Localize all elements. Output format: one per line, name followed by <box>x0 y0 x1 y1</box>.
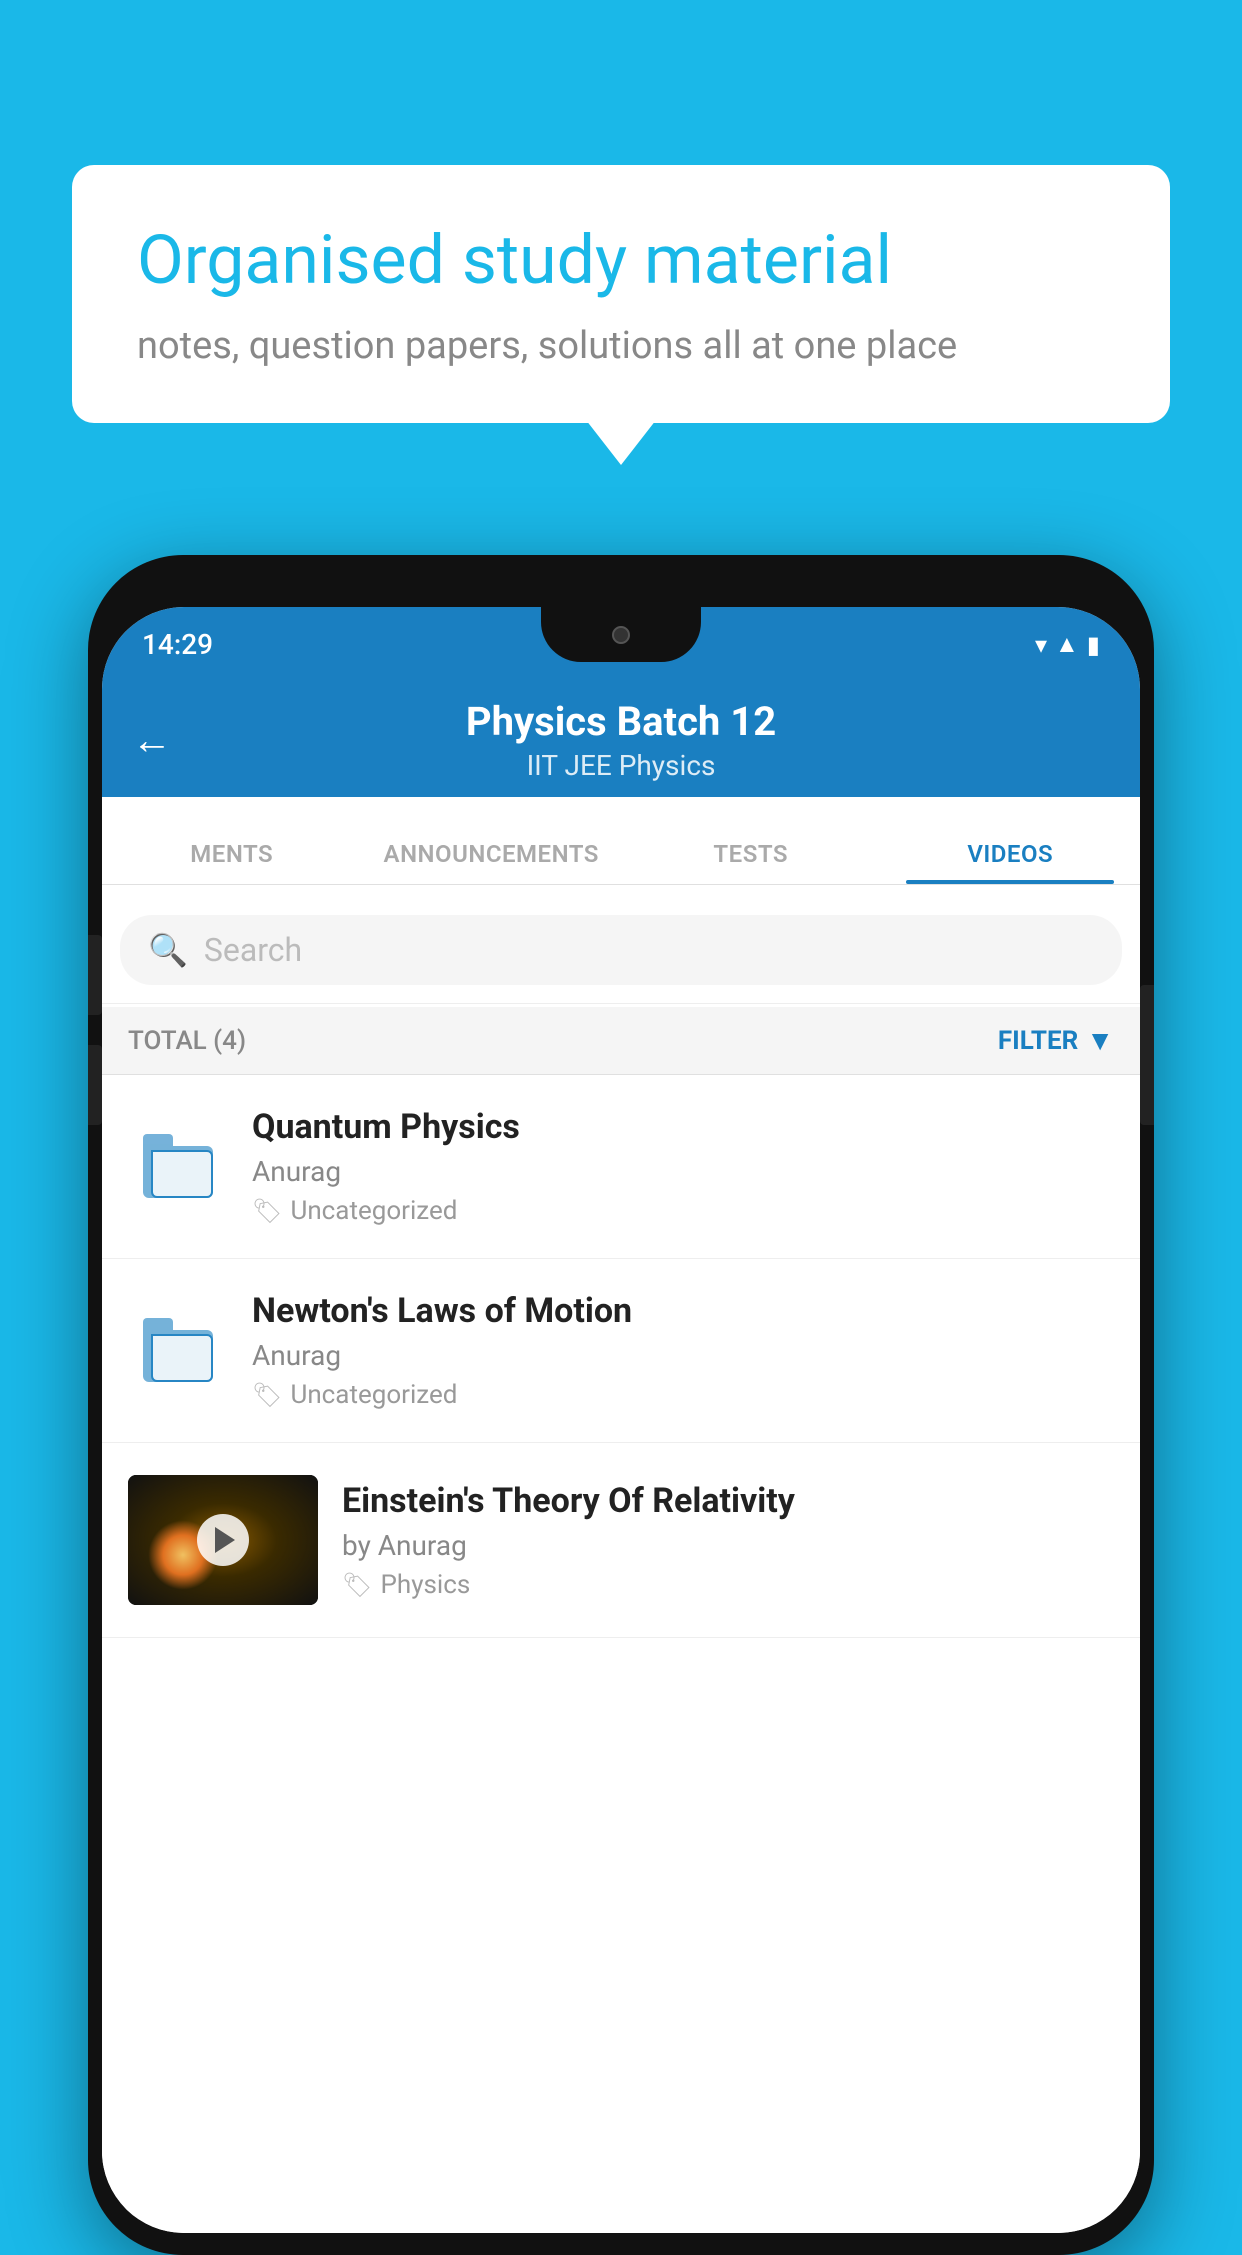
tabs-bar: MENTS ANNOUNCEMENTS TESTS VIDEOS <box>102 797 1140 885</box>
search-bar[interactable]: 🔍 Search <box>120 915 1122 985</box>
tab-videos[interactable]: VIDEOS <box>881 840 1141 884</box>
play-button[interactable] <box>197 1514 249 1566</box>
item-author: Anurag <box>252 1339 1114 1372</box>
speech-bubble: Organised study material notes, question… <box>72 165 1170 423</box>
notch <box>541 607 701 662</box>
list-item[interactable]: Einstein's Theory Of Relativity by Anura… <box>102 1443 1140 1638</box>
tag-icon: 🏷 <box>252 1381 282 1409</box>
item-content: Newton's Laws of Motion Anurag 🏷 Uncateg… <box>252 1291 1114 1410</box>
tag-label: Physics <box>380 1570 470 1600</box>
battery-icon: ▮ <box>1087 631 1100 659</box>
tab-ments[interactable]: MENTS <box>102 840 362 884</box>
item-title: Quantum Physics <box>252 1107 1114 1147</box>
filter-bar: TOTAL (4) FILTER ▼ <box>102 1007 1140 1075</box>
speech-bubble-title: Organised study material <box>137 220 1105 302</box>
filter-label: FILTER <box>998 1026 1078 1056</box>
list-item[interactable]: Quantum Physics Anurag 🏷 Uncategorized <box>102 1075 1140 1259</box>
power-button[interactable] <box>1140 985 1154 1125</box>
tab-announcements[interactable]: ANNOUNCEMENTS <box>362 840 622 884</box>
item-icon <box>128 1136 228 1198</box>
volume-up-button[interactable] <box>88 935 102 1015</box>
phone-screen: 14:29 ▾ ▲ ▮ ← Physics Batch 12 IIT JEE P… <box>102 607 1140 2233</box>
signal-icon: ▲ <box>1055 630 1079 659</box>
status-bar: 14:29 ▾ ▲ ▮ <box>102 607 1140 682</box>
item-tag: 🏷 Uncategorized <box>252 1380 1114 1410</box>
list-item[interactable]: Newton's Laws of Motion Anurag 🏷 Uncateg… <box>102 1259 1140 1443</box>
play-icon <box>215 1527 235 1553</box>
content-list: Quantum Physics Anurag 🏷 Uncategorized <box>102 1075 1140 2233</box>
item-tag: 🏷 Uncategorized <box>252 1196 1114 1226</box>
item-author: Anurag <box>252 1155 1114 1188</box>
search-icon: 🔍 <box>148 931 188 969</box>
item-tag: 🏷 Physics <box>342 1570 1114 1600</box>
tab-tests[interactable]: TESTS <box>621 840 881 884</box>
total-count: TOTAL (4) <box>128 1026 246 1056</box>
speech-bubble-subtitle: notes, question papers, solutions all at… <box>137 324 1105 368</box>
filter-button[interactable]: FILTER ▼ <box>998 1024 1114 1057</box>
item-title: Newton's Laws of Motion <box>252 1291 1114 1331</box>
item-content: Quantum Physics Anurag 🏷 Uncategorized <box>252 1107 1114 1226</box>
phone-frame: 14:29 ▾ ▲ ▮ ← Physics Batch 12 IIT JEE P… <box>88 555 1154 2255</box>
folder-icon <box>143 1136 213 1198</box>
item-content: Einstein's Theory Of Relativity by Anura… <box>342 1481 1114 1600</box>
speech-bubble-container: Organised study material notes, question… <box>72 165 1170 423</box>
status-time: 14:29 <box>142 628 213 661</box>
volume-down-button[interactable] <box>88 1045 102 1125</box>
status-icons: ▾ ▲ ▮ <box>1035 630 1100 659</box>
tag-icon: 🏷 <box>252 1197 282 1225</box>
camera <box>612 626 630 644</box>
item-title: Einstein's Theory Of Relativity <box>342 1481 1114 1521</box>
tag-icon: 🏷 <box>342 1571 372 1599</box>
header-title: Physics Batch 12 <box>466 698 776 745</box>
tag-label: Uncategorized <box>290 1196 457 1226</box>
header-subtitle: IIT JEE Physics <box>527 749 716 782</box>
back-button[interactable]: ← <box>132 716 172 763</box>
filter-icon: ▼ <box>1086 1024 1114 1057</box>
item-author: by Anurag <box>342 1529 1114 1562</box>
app-header: ← Physics Batch 12 IIT JEE Physics <box>102 682 1140 797</box>
search-bar-container: 🔍 Search <box>102 897 1140 1004</box>
item-icon <box>128 1320 228 1382</box>
search-input[interactable]: Search <box>204 931 302 969</box>
folder-icon <box>143 1320 213 1382</box>
wifi-icon: ▾ <box>1035 631 1047 659</box>
tag-label: Uncategorized <box>290 1380 457 1410</box>
video-thumbnail <box>128 1475 318 1605</box>
